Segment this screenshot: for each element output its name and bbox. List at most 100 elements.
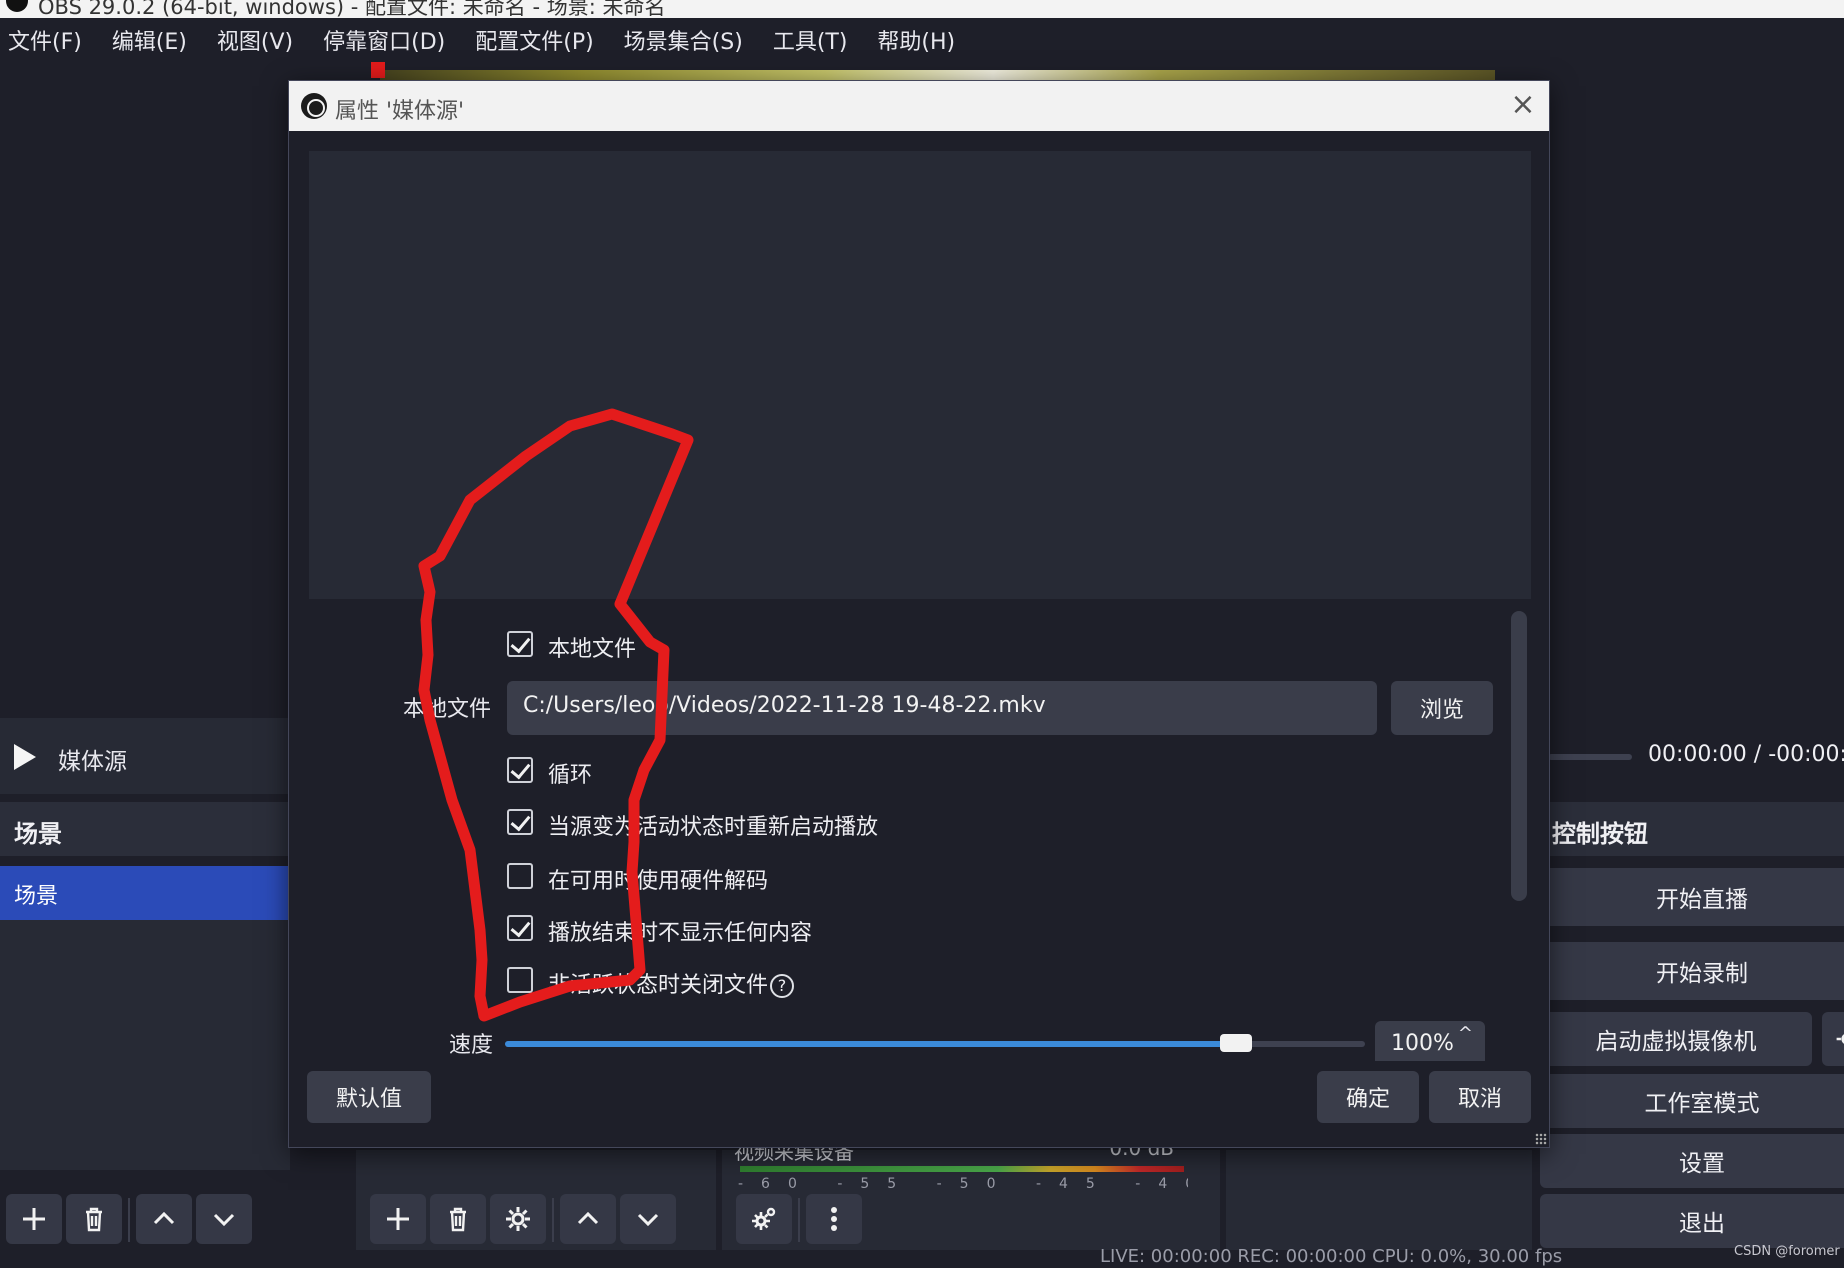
gears-icon [752,1207,776,1230]
program-preview [380,70,1495,80]
toolbar-separator [128,1198,130,1242]
controls-header-title: 控制按钮 [1552,820,1648,848]
properties-scrollbar[interactable] [1511,611,1527,901]
help-icon[interactable]: ? [770,974,795,998]
media-time-readout: 00:00:00 / -00:00:00 [1648,742,1844,767]
restart-on-activate-label: 当源变为活动状态时重新启动播放 [548,815,879,840]
close-when-inactive-text: 非活跃状态时关闭文件 [548,973,769,998]
speed-value: 100% [1391,1031,1454,1056]
window-title: OBS 29.0.2 (64-bit, windows) - 配置文件: 未命名… [38,0,666,18]
watermark: CSDN @foromer [1734,1244,1840,1259]
dialog-title-bar: 属性 '媒体源' × [289,81,1549,131]
scene-list-item[interactable]: 场景 [0,866,290,920]
transitions-dock [1226,1150,1532,1250]
trash-icon [450,1207,466,1232]
speed-spinbox[interactable]: 100% ^ [1375,1021,1485,1061]
chevron-down-icon [213,1213,235,1227]
play-icon[interactable] [14,744,36,770]
local-file-checkbox[interactable] [507,631,533,657]
media-time-bar: 00:00:00 / -00:00:00 [1548,718,1844,794]
menu-bar: 文件(F) 编辑(E) 视图(V) 停靠窗口(D) 配置文件(P) 场景集合(S… [0,18,1844,62]
window-title-bar: OBS 29.0.2 (64-bit, windows) - 配置文件: 未命名… [0,0,1844,18]
loop-checkbox-label: 循环 [548,763,593,788]
meter-scale: -60 -55 -50 -45 -40 -35 -30 -25 -20 -15 … [738,1176,1188,1190]
mixer-menu-button[interactable] [806,1194,862,1244]
plus-icon [387,1208,409,1230]
settings-button[interactable]: 设置 [1540,1134,1844,1188]
plus-icon [23,1208,45,1230]
audio-level-meter [740,1166,1184,1172]
defaults-button[interactable]: 默认值 [307,1071,431,1123]
speed-label: 速度 [449,1033,494,1058]
show-nothing-label: 播放结束时不显示任何内容 [548,921,813,946]
hardware-decoding-label: 在可用时使用硬件解码 [548,869,769,894]
remove-source-button[interactable] [430,1194,486,1244]
properties-dialog: 属性 '媒体源' × 本地文件 本地文件 C:/Users/leoo/Video… [288,80,1550,1148]
mixer-advanced-button[interactable] [736,1194,792,1244]
trash-icon [86,1207,102,1232]
chevron-up-icon [577,1211,599,1225]
start-recording-button[interactable]: 开始录制 [1540,942,1844,1000]
studio-mode-button[interactable]: 工作室模式 [1540,1074,1844,1128]
local-file-path-input[interactable]: C:/Users/leoo/Videos/2022-11-28 19-48-22… [507,681,1377,735]
ok-button[interactable]: 确定 [1317,1071,1419,1123]
speed-slider-thumb[interactable] [1220,1034,1252,1052]
scenes-dock-header: 场景 [0,802,290,856]
move-source-up-button[interactable] [560,1194,616,1244]
resize-grip[interactable] [1535,1133,1547,1145]
toolbar-separator [552,1198,554,1242]
source-properties-button[interactable] [490,1194,546,1244]
close-when-inactive-checkbox[interactable] [507,967,533,993]
menu-scene-collection[interactable]: 场景集合(S) [624,24,743,56]
obs-logo-icon [301,93,327,119]
status-text: LIVE: 00:00:00 REC: 00:00:00 CPU: 0.0%, … [1100,1246,1563,1267]
speed-slider-fill [505,1041,1236,1047]
speed-slider[interactable] [505,1034,1365,1052]
remove-scene-button[interactable] [66,1194,122,1244]
status-bar: LIVE: 00:00:00 REC: 00:00:00 CPU: 0.0%, … [0,1246,1844,1268]
menu-profile[interactable]: 配置文件(P) [475,24,593,56]
toolbar-separator [798,1198,800,1242]
chevron-up-icon [153,1211,175,1225]
menu-file[interactable]: 文件(F) [8,24,82,56]
scenes-header-title: 场景 [14,820,62,848]
browse-button[interactable]: 浏览 [1391,681,1493,735]
source-preview [309,151,1531,599]
loop-checkbox[interactable] [507,757,533,783]
gear-icon [506,1207,530,1231]
add-source-button[interactable] [370,1194,426,1244]
menu-edit[interactable]: 编辑(E) [112,24,187,56]
preview-marker [371,62,385,78]
obs-logo-icon [6,0,28,12]
local-file-checkbox-label: 本地文件 [548,637,637,662]
chevron-up-icon[interactable]: ^ [1458,1023,1473,1044]
move-scene-up-button[interactable] [136,1194,192,1244]
restart-on-activate-checkbox[interactable] [507,809,533,835]
show-nothing-checkbox[interactable] [507,915,533,941]
exit-button[interactable]: 退出 [1540,1194,1844,1248]
media-seek-slider[interactable] [1548,754,1632,760]
cancel-button[interactable]: 取消 [1429,1071,1531,1123]
hardware-decoding-checkbox[interactable] [507,863,533,889]
menu-help[interactable]: 帮助(H) [877,24,955,56]
move-scene-down-button[interactable] [196,1194,252,1244]
scene-list [0,920,290,1170]
start-virtual-camera-button[interactable]: 启动虚拟摄像机 [1540,1012,1812,1066]
chevron-down-icon [637,1213,659,1227]
media-source-name: 媒体源 [58,749,127,775]
add-scene-button[interactable] [6,1194,62,1244]
audio-mixer-dock [722,1150,1220,1250]
local-file-field-label: 本地文件 [403,697,492,722]
menu-docks[interactable]: 停靠窗口(D) [323,24,445,56]
menu-view[interactable]: 视图(V) [217,24,293,56]
start-streaming-button[interactable]: 开始直播 [1540,868,1844,926]
move-source-down-button[interactable] [620,1194,676,1244]
close-icon[interactable]: × [1505,87,1541,123]
virtual-camera-settings-button[interactable] [1822,1012,1844,1066]
close-when-inactive-label: 非活跃状态时关闭文件? [548,967,795,999]
menu-tools[interactable]: 工具(T) [773,24,848,56]
media-controls-bar: 媒体源 [0,718,290,794]
more-vertical-icon [831,1207,837,1231]
scene-item-label: 场景 [14,884,59,909]
controls-dock-header: 控制按钮 [1548,802,1844,856]
